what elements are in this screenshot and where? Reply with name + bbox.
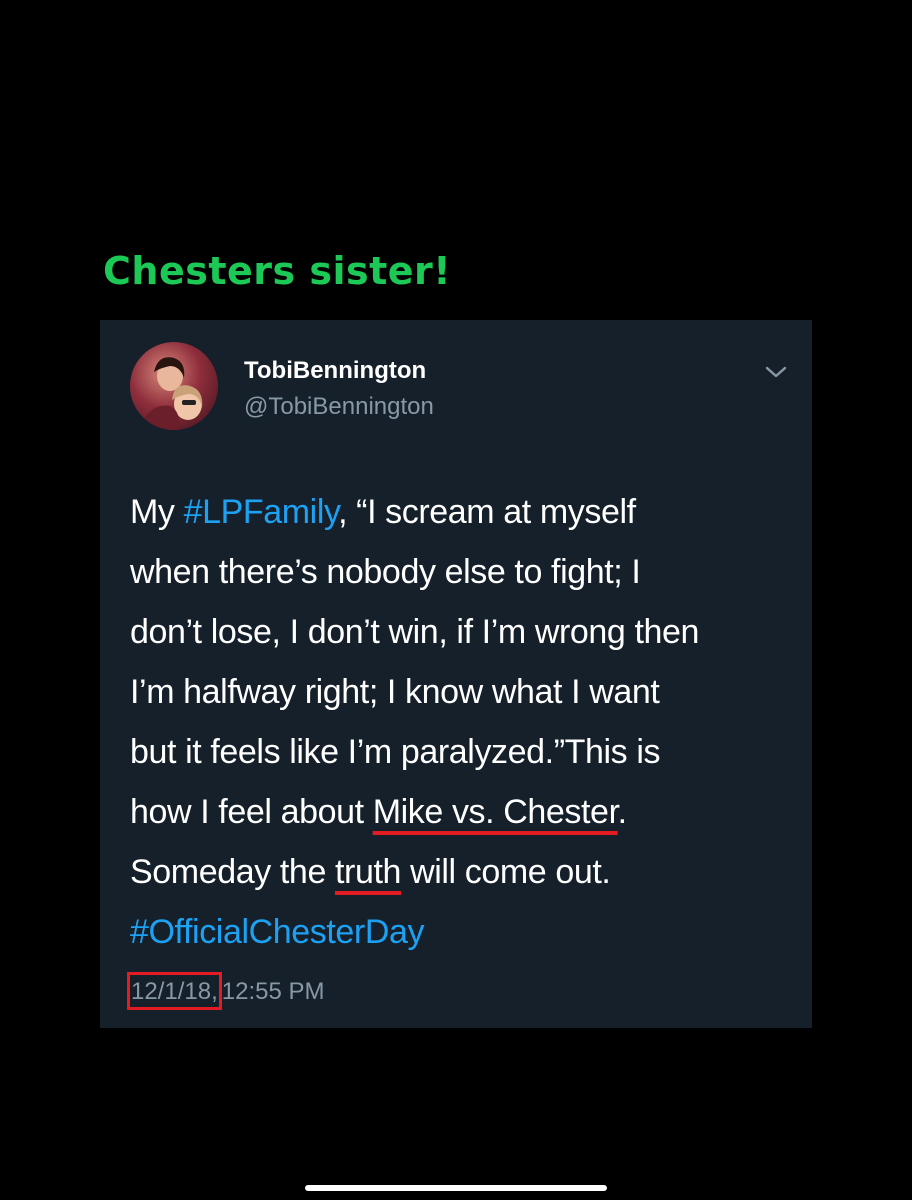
hashtag-lpfamily[interactable]: #LPFamily <box>184 493 339 531</box>
avatar-photo <box>138 357 203 430</box>
home-indicator[interactable] <box>305 1185 607 1191</box>
hashtag-officialchesterday[interactable]: #OfficialChesterDay <box>130 913 425 951</box>
caption-title: Chesters sister! <box>103 249 452 293</box>
tweet-line: when there’s nobody else to fight; I <box>130 553 641 591</box>
underline-annotation-mike-vs-chester: Mike vs. Chester <box>372 793 618 831</box>
tweet-line: how I feel about Mike vs. Chester. <box>130 782 800 842</box>
tweet-text-segment: will come out. <box>401 853 611 891</box>
underline-annotation-truth: truth <box>335 853 402 891</box>
tweet-text-segment: how I feel about <box>130 793 373 831</box>
tweet-date: 12/1/18, <box>131 978 218 1005</box>
tweet-card: TobiBennington @TobiBennington My #LPFam… <box>100 320 812 1028</box>
tweet-text: My #LPFamily, “I scream at myself when t… <box>130 482 800 962</box>
user-handle[interactable]: @TobiBennington <box>244 392 434 422</box>
date-highlight-box: 12/1/18, <box>127 972 222 1010</box>
tweet-timestamp[interactable]: 12/1/18, 12:55 PM <box>127 972 324 1010</box>
tweet-text-segment: Someday the <box>130 853 335 891</box>
tweet-text-segment: , “I scream at myself <box>338 493 636 531</box>
avatar[interactable] <box>130 342 218 430</box>
tweet-text-segment: . <box>617 793 627 831</box>
display-name[interactable]: TobiBennington <box>244 356 426 386</box>
tweet-line: don’t lose, I don’t win, if I’m wrong th… <box>130 613 700 651</box>
tweet-time: 12:55 PM <box>221 978 325 1005</box>
tweet-line: I’m halfway right; I know what I want <box>130 673 660 711</box>
tweet-line: #OfficialChesterDay <box>130 902 800 962</box>
tweet-line: My #LPFamily, “I scream at myself <box>130 482 800 542</box>
tweet-text-segment: My <box>130 493 184 531</box>
tweet-line: Someday the truth will come out. <box>130 842 800 902</box>
tweet-line: but it feels like I’m paralyzed.”This is <box>130 733 661 771</box>
chevron-down-icon[interactable] <box>764 364 788 380</box>
